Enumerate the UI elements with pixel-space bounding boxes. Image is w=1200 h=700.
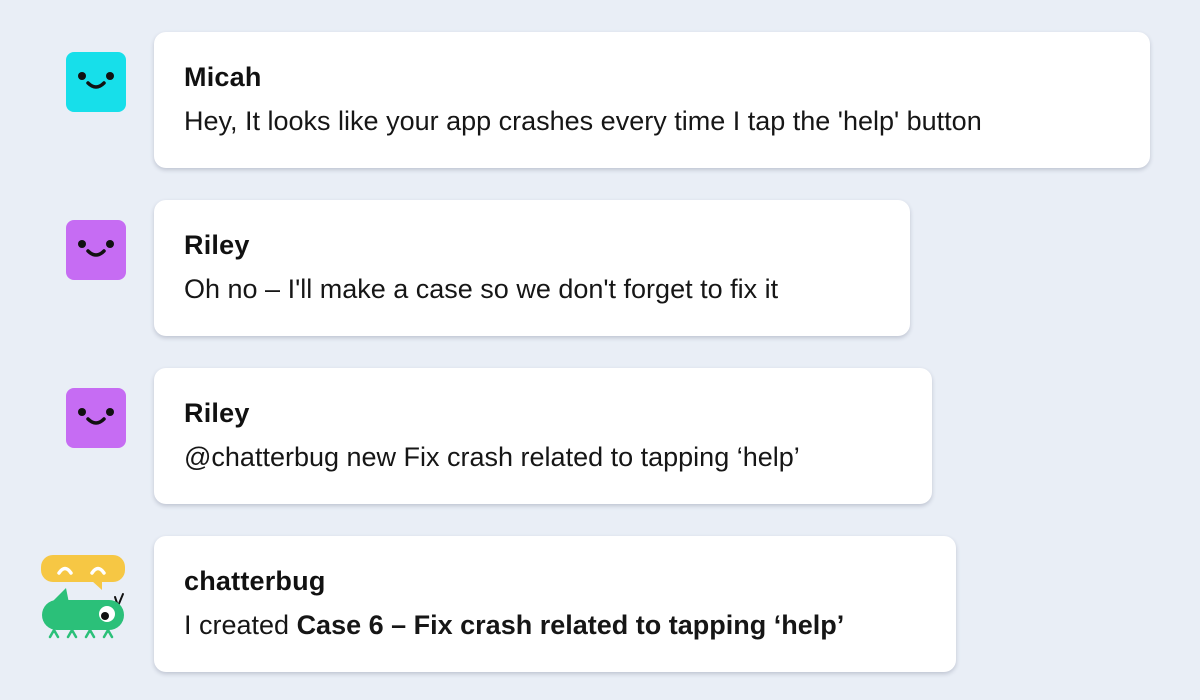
author-name[interactable]: Riley bbox=[184, 398, 250, 429]
smiley-face-icon bbox=[78, 240, 114, 257]
message-text: I created Case 6 – Fix crash related to … bbox=[184, 610, 844, 641]
message-text: Oh no – I'll make a case so we don't for… bbox=[184, 274, 779, 304]
riley-avatar[interactable] bbox=[66, 388, 126, 448]
message-bubble[interactable]: Micah Hey, It looks like your app crashe… bbox=[154, 32, 1150, 168]
smiley-face-icon bbox=[78, 72, 114, 89]
chatterbug-avatar[interactable] bbox=[40, 552, 130, 642]
author-name[interactable]: Micah bbox=[184, 62, 262, 93]
micah-avatar[interactable] bbox=[66, 52, 126, 112]
message-bubble[interactable]: Riley Oh no – I'll make a case so we don… bbox=[154, 200, 910, 336]
message-bubble[interactable]: chatterbug I created Case 6 – Fix crash … bbox=[154, 536, 956, 672]
smiley-face-icon bbox=[78, 408, 114, 425]
riley-avatar[interactable] bbox=[66, 220, 126, 280]
chatterbug-bot-icon bbox=[41, 555, 125, 639]
message-text-prefix: I created bbox=[184, 610, 297, 640]
message-text: @chatterbug new Fix crash related to tap… bbox=[184, 442, 800, 472]
case-link[interactable]: Case 6 – Fix crash related to tapping ‘h… bbox=[297, 610, 845, 640]
message-text: Hey, It looks like your app crashes ever… bbox=[184, 106, 982, 136]
author-name[interactable]: Riley bbox=[184, 230, 250, 261]
message-bubble[interactable]: Riley @chatterbug new Fix crash related … bbox=[154, 368, 932, 504]
author-name[interactable]: chatterbug bbox=[184, 566, 326, 597]
